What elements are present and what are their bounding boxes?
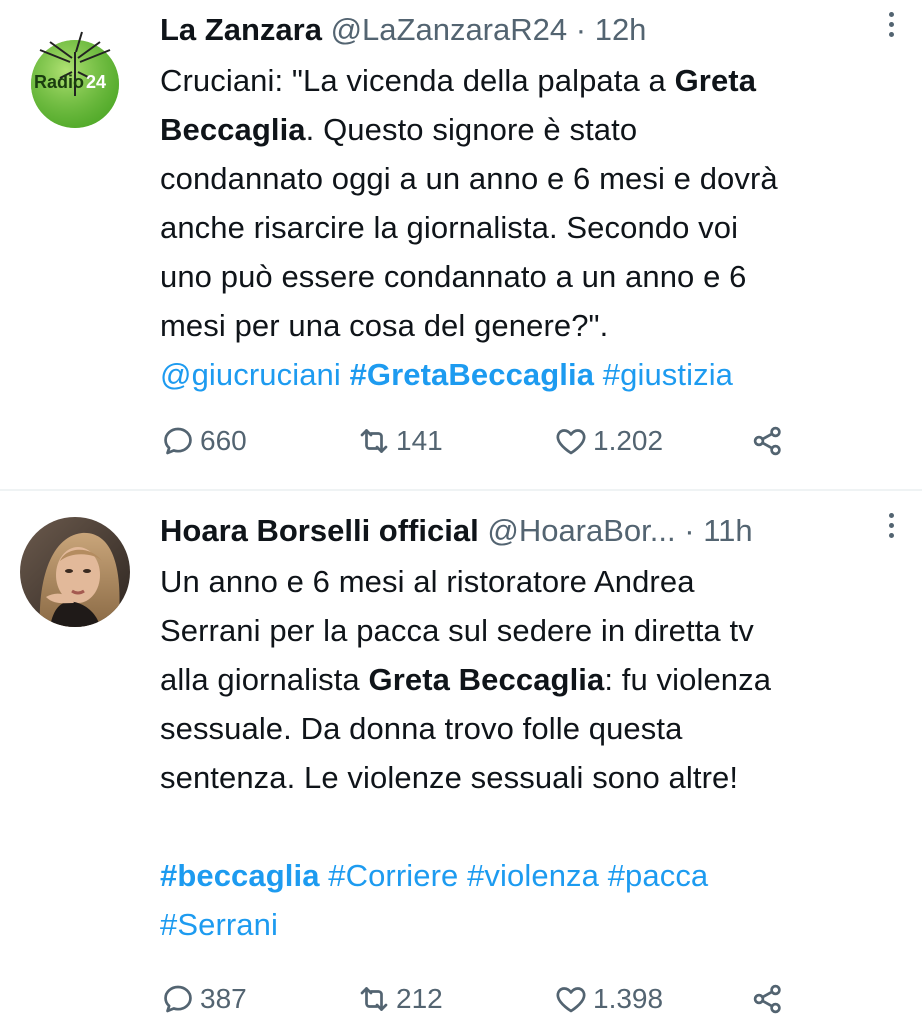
hashtag-link[interactable]: #Corriere [328,858,458,893]
reply-button[interactable]: 660 [160,421,247,461]
retweet-icon [360,987,388,1011]
text-line: condannato oggi a un anno e 6 mesi e dov… [160,161,778,196]
tweet-text: Un anno e 6 mesi al ristoratore Andrea S… [160,557,900,949]
text-bold: Beccaglia [160,112,306,147]
retweet-button[interactable]: 212 [356,979,443,1019]
reply-icon [164,427,192,455]
share-button[interactable] [750,421,790,461]
reply-count: 387 [200,983,247,1014]
retweet-count: 141 [396,425,443,456]
separator: · [575,12,587,47]
author-name[interactable]: La Zanzara [160,12,322,47]
reply-icon [164,985,192,1013]
like-button[interactable]: 1.202 [553,421,663,461]
tweet-content: La Zanzara @LaZanzaraR24 · 12h Cruciani:… [160,4,900,399]
retweet-button[interactable]: 141 [356,421,443,461]
tweet-header: Hoara Borselli official @HoaraBor... · 1… [160,505,900,557]
separator: · [684,513,695,548]
text-segment: . Questo signore è stato [305,112,638,147]
timestamp[interactable]: 11h [703,513,752,548]
author-handle[interactable]: @HoaraBor... [487,513,675,548]
text-line: Un anno e 6 mesi al ristoratore Andrea [160,564,695,599]
hashtag-link[interactable]: #giustizia [603,357,733,392]
tweet-actions: 660 141 1.202 [160,421,800,461]
retweet-icon [360,429,388,453]
like-icon [556,987,586,1013]
share-icon [753,984,781,1014]
svg-text:24: 24 [86,72,106,92]
timestamp[interactable]: 12h [595,12,647,47]
retweet-count: 212 [396,983,443,1014]
tweet-text: Cruciani: "La vicenda della palpata a Gr… [160,56,900,399]
share-icon [753,426,781,456]
like-count: 1.202 [593,425,664,456]
mention-link[interactable]: @giucruciani [160,357,341,392]
text-line: uno può essere condannato a un anno e 6 [160,259,747,294]
more-icon[interactable] [886,12,896,46]
profile-photo [20,517,130,627]
tweet-actions: 387 212 1.398 [160,979,800,1019]
text-line: mesi per una cosa del genere?". [160,308,609,343]
avatar[interactable] [20,517,130,627]
radio24-logo: Radio 24 [31,31,119,128]
like-button[interactable]: 1.398 [553,979,663,1019]
reply-button[interactable]: 387 [160,979,247,1019]
text-bold: Greta Beccaglia [368,662,605,697]
author-handle[interactable]: @LaZanzaraR24 [331,12,568,47]
text-line: anche risarcire la giornalista. Secondo … [160,210,739,245]
author-name[interactable]: Hoara Borselli official [160,513,479,548]
like-icon [556,429,586,455]
tweet[interactable]: Hoara Borselli official @HoaraBor... · 1… [0,491,922,1024]
text-bold: Greta [674,63,757,98]
hashtag-link[interactable]: #GretaBeccaglia [350,357,594,392]
tweet-content: Hoara Borselli official @HoaraBor... · 1… [160,505,900,949]
tweet-header: La Zanzara @LaZanzaraR24 · 12h [160,4,900,56]
like-count: 1.398 [593,983,664,1014]
text-line: sentenza. Le violenze sessuali sono altr… [160,760,739,795]
text-segment: alla giornalista [160,662,369,697]
more-icon[interactable] [886,513,896,547]
reply-count: 660 [200,425,247,456]
hashtag-link[interactable]: #Serrani [160,907,278,942]
svg-text:Radio: Radio [34,72,84,92]
avatar[interactable]: Radio 24 [20,22,130,132]
text-segment: : fu violenza [604,662,772,697]
share-button[interactable] [750,979,790,1019]
text-line: Serrani per la pacca sul sedere in diret… [160,613,754,648]
hashtag-link[interactable]: #beccaglia [160,858,320,893]
text-segment: Cruciani: "La vicenda della palpata a [160,63,675,98]
hashtag-link[interactable]: #violenza [467,858,599,893]
text-line: sessuale. Da donna trovo folle questa [160,711,683,746]
tweet[interactable]: Radio 24 La Zanzara @LaZanzaraR24 · 12h … [0,0,922,490]
hashtag-link[interactable]: #pacca [608,858,709,893]
